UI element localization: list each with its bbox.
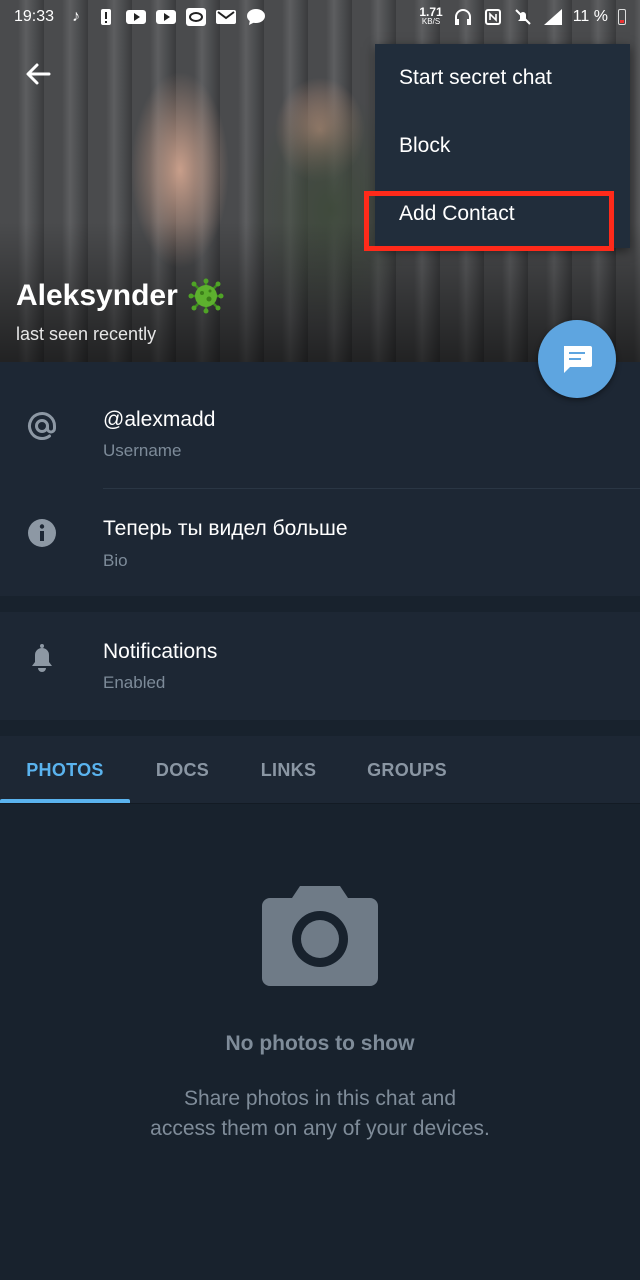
at-sign-icon <box>24 408 60 444</box>
signal-icon <box>543 9 563 25</box>
mute-icon <box>513 9 533 25</box>
active-tab-indicator <box>0 799 130 803</box>
notifications-section: Notifications Enabled <box>0 612 640 720</box>
username-value: @alexmadd <box>103 408 216 431</box>
back-button[interactable] <box>18 54 58 94</box>
arrow-left-icon <box>26 63 51 85</box>
net-speed: 1.71 KB/S <box>419 6 442 27</box>
status-bar: 19:33 ♪ 1.71 KB/S 11 % <box>0 0 640 34</box>
virus-emoji-icon <box>188 278 224 314</box>
username-label: Username <box>103 441 182 460</box>
bio-label: Bio <box>103 551 128 570</box>
status-time: 19:33 <box>14 8 55 25</box>
chat-bubble-icon <box>564 346 592 373</box>
empty-state-title: No photos to show <box>225 1032 415 1055</box>
tab-groups[interactable]: GROUPS <box>342 736 472 804</box>
media-tabs: PHOTOS DOCS LINKS GROUPS <box>0 736 640 804</box>
tab-links[interactable]: LINKS <box>235 736 342 804</box>
empty-state-line-2: access them on any of your devices. <box>150 1117 490 1140</box>
system-icons: 1.71 KB/S 11 % <box>419 6 626 27</box>
empty-state-description: Share photos in this chat and access the… <box>0 1084 640 1144</box>
youtube-icon <box>126 9 147 25</box>
camera-icon <box>262 886 378 986</box>
bio-value: Теперь ты видел больше <box>103 517 348 540</box>
empty-state-line-1: Share photos in this chat and <box>183 1087 456 1110</box>
notification-icons: ♪ <box>66 8 266 26</box>
net-speed-unit: KB/S <box>421 17 441 26</box>
info-section: @alexmadd Username Теперь ты видел больш… <box>0 362 640 596</box>
youtube-icon <box>156 9 177 25</box>
tab-photos[interactable]: PHOTOS <box>0 736 130 804</box>
tiktok-icon: ♪ <box>72 8 81 25</box>
info-icon <box>24 515 60 551</box>
battery-percent: 11 % <box>572 8 608 25</box>
oval-app-icon <box>186 8 207 26</box>
message-icon <box>246 9 266 25</box>
bell-icon <box>24 640 60 676</box>
last-seen-status: last seen recently <box>16 324 157 344</box>
battery-icon <box>618 9 626 25</box>
bio-row[interactable]: Теперь ты видел больше Bio <box>0 489 640 596</box>
gmail-icon <box>216 9 237 25</box>
alert-icon <box>96 9 116 25</box>
send-message-button[interactable] <box>538 320 616 398</box>
notifications-title: Notifications <box>103 640 218 663</box>
overflow-menu: Start secret chat Block Add Contact <box>375 44 630 248</box>
nfc-icon <box>483 9 503 25</box>
menu-item-add-contact[interactable]: Add Contact <box>375 180 630 248</box>
tab-docs[interactable]: DOCS <box>130 736 235 804</box>
profile-name-row: Aleksynder <box>16 278 224 314</box>
notifications-row[interactable]: Notifications Enabled <box>0 612 640 720</box>
menu-item-block[interactable]: Block <box>375 112 630 180</box>
notifications-status: Enabled <box>103 673 166 692</box>
profile-name: Aleksynder <box>16 279 178 312</box>
menu-item-start-secret-chat[interactable]: Start secret chat <box>375 44 630 112</box>
headphones-icon <box>453 9 473 25</box>
